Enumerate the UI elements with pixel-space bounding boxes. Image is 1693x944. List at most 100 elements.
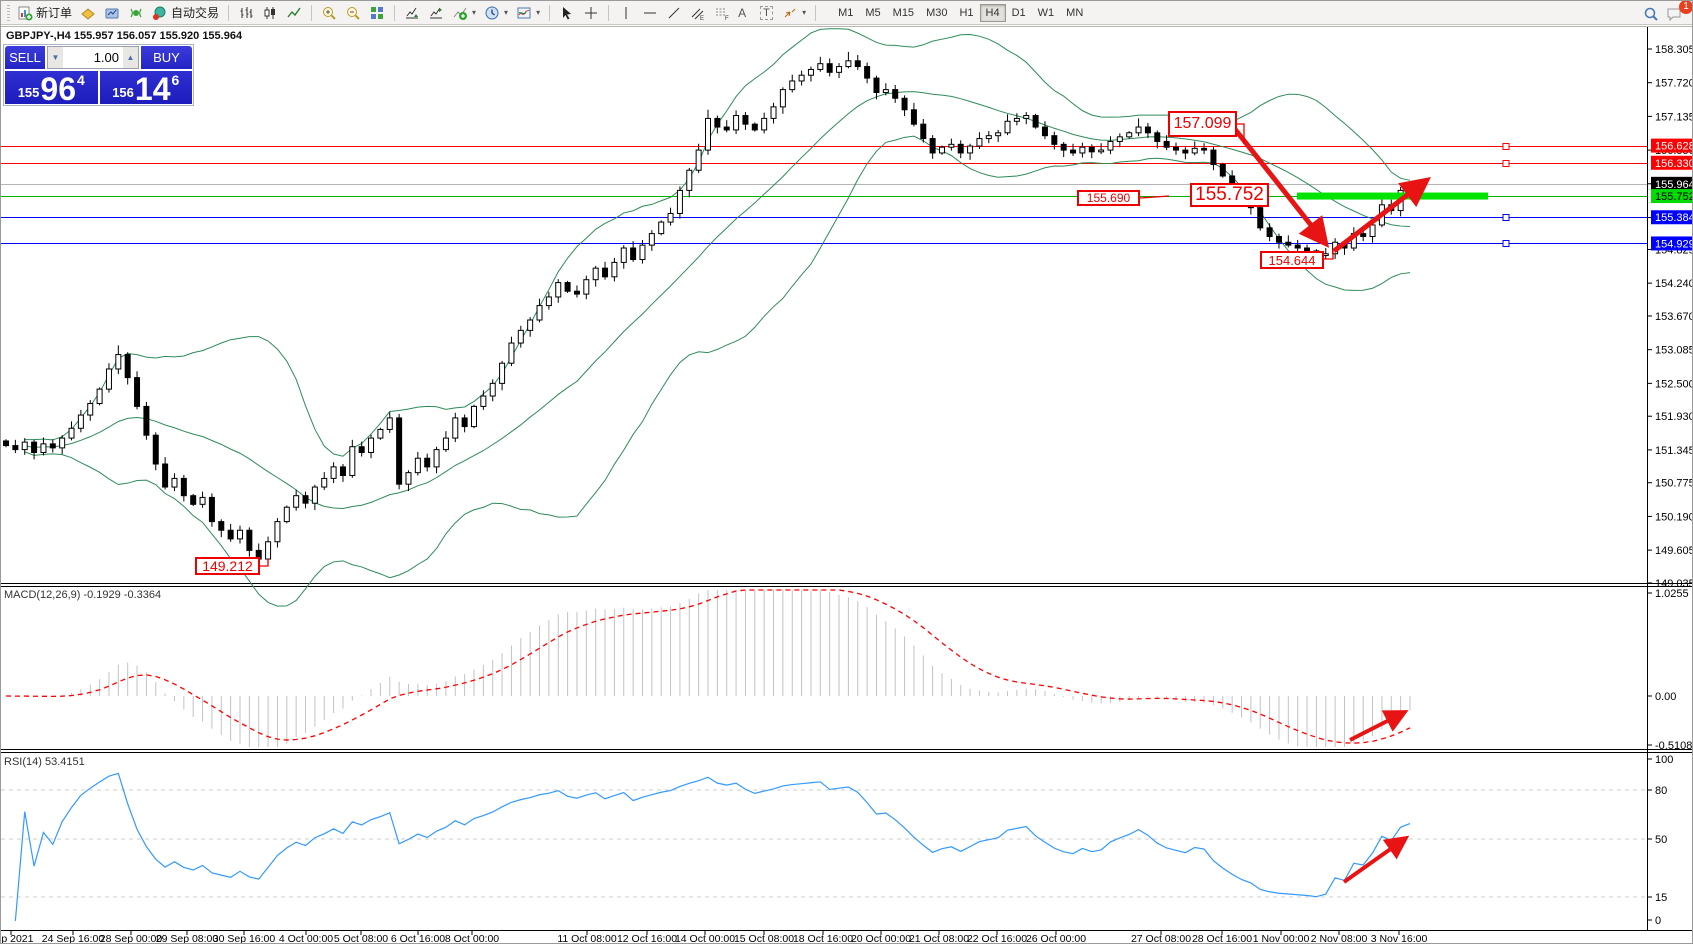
svg-text:80: 80 — [1655, 785, 1667, 797]
price-axis: 158.305157.720157.135156.550155.965155.3… — [1647, 44, 1693, 590]
toolbar-grip — [7, 4, 10, 21]
price-tick: 150.190 — [1655, 511, 1693, 523]
time-label: 29 Sep 08:00 — [156, 933, 219, 944]
volume-input[interactable]: 1.00 — [63, 47, 123, 68]
bar-chart-button[interactable] — [235, 3, 257, 23]
sell-price[interactable]: 155 96 4 — [5, 71, 98, 107]
chart-canvas: 158.305157.720157.135156.550155.965155.3… — [1, 26, 1693, 944]
market-watch-button[interactable] — [101, 3, 123, 23]
arrows-tool[interactable]: ▾ — [779, 3, 809, 23]
tile-windows-button[interactable] — [366, 3, 388, 23]
trendline-tool[interactable] — [663, 3, 685, 23]
toolbar-right: 1 — [1642, 1, 1692, 21]
trend-arrow — [1349, 710, 1409, 742]
new-order-button[interactable]: 新订单 — [14, 3, 75, 23]
auto-scroll-icon — [404, 5, 420, 21]
svg-text:1.0255: 1.0255 — [1655, 588, 1689, 600]
profiles-icon — [80, 5, 96, 21]
buy-price[interactable]: 156 14 6 — [99, 71, 192, 105]
price-tag: 156.628 — [1655, 141, 1693, 153]
chart-shift-button[interactable] — [425, 3, 447, 23]
volume-down-button[interactable]: ▼ — [48, 47, 63, 68]
notification-badge: 1 — [1679, 1, 1692, 14]
auto-trading-label: 自动交易 — [171, 6, 220, 20]
price-tick: 152.500 — [1655, 378, 1693, 390]
sell-button[interactable]: SELL — [5, 46, 45, 69]
price-tick: 157.720 — [1655, 78, 1693, 90]
timeframe-w1[interactable]: W1 — [1032, 4, 1061, 22]
bar-chart-icon — [238, 5, 254, 21]
fibonacci-tool[interactable]: F — [711, 3, 733, 23]
buy-button[interactable]: BUY — [141, 46, 192, 69]
vertical-line-icon — [618, 5, 634, 21]
time-label: 2 Nov 08:00 — [1311, 933, 1368, 944]
timeframe-m30[interactable]: M30 — [920, 4, 953, 22]
candlestick-chart-icon — [262, 5, 278, 21]
indicators-button[interactable]: ▾ — [449, 3, 479, 23]
time-label: 21 Oct 08:00 — [909, 933, 969, 944]
text-label-tool[interactable]: T — [757, 3, 777, 23]
notifications-icon[interactable]: 1 — [1666, 1, 1692, 21]
time-label: 8 Oct 00:00 — [445, 933, 499, 944]
zoom-out-button[interactable] — [342, 3, 364, 23]
indicators-icon — [452, 5, 468, 21]
trendline-icon — [666, 5, 682, 21]
time-label: 24 Sep 16:00 — [42, 933, 105, 944]
timeframe-m15[interactable]: M15 — [887, 4, 920, 22]
price-tick: 151.930 — [1655, 411, 1693, 423]
equidistant-channel-tool[interactable]: E — [687, 3, 709, 23]
price-tick: 153.085 — [1655, 345, 1693, 357]
price-tick: 158.305 — [1655, 44, 1693, 56]
auto-trading-button[interactable]: 自动交易 — [149, 3, 222, 23]
auto-trading-icon — [152, 5, 168, 21]
time-label: 28 Oct 16:00 — [1192, 933, 1252, 944]
sell-price-pips: 96 — [40, 71, 76, 107]
timeframe-h4[interactable]: H4 — [979, 3, 1006, 22]
volume-up-button[interactable]: ▲ — [123, 47, 138, 68]
new-order-icon — [17, 5, 33, 21]
bollinger-middle — [24, 91, 1411, 510]
price-annotation: 157.099 — [1168, 111, 1237, 137]
time-label: 30 Sep 16:00 — [213, 933, 276, 944]
macd-histogram — [14, 590, 1411, 747]
time-label: 27 Oct 08:00 — [1131, 933, 1191, 944]
price-annotation: 155.690 — [1077, 190, 1140, 206]
price-tag: 154.929 — [1655, 238, 1693, 250]
cursor-icon — [559, 5, 575, 21]
periods-button[interactable]: ▾ — [481, 3, 511, 23]
search-icon[interactable] — [1642, 5, 1658, 21]
line-chart-button[interactable] — [283, 3, 305, 23]
timeframe-h1[interactable]: H1 — [953, 4, 979, 22]
profiles-button[interactable] — [77, 3, 99, 23]
zoom-in-button[interactable] — [318, 3, 340, 23]
price-tag: 155.752 — [1655, 191, 1693, 203]
auto-scroll-button[interactable] — [401, 3, 423, 23]
symbol-ohlc-line: GBPJPY-,H4 155.957 156.057 155.920 155.9… — [6, 30, 243, 42]
text-label-icon: T — [760, 5, 773, 20]
signals-icon — [128, 5, 144, 21]
price-tag: 155.964 — [1655, 179, 1693, 191]
timeframe-mn[interactable]: MN — [1060, 4, 1089, 22]
rsi-line — [14, 772, 1411, 922]
price-tick: 153.670 — [1655, 311, 1693, 323]
time-label: 5 Oct 08:00 — [334, 933, 388, 944]
timeframe-m1[interactable]: M1 — [832, 4, 859, 22]
templates-button[interactable]: ▾ — [513, 3, 543, 23]
cursor-tool-button[interactable] — [556, 3, 578, 23]
price-annotation: 154.644 — [1260, 251, 1324, 269]
candlestick-chart-button[interactable] — [259, 3, 281, 23]
timeframe-toolbar: M1 M5 M15 M30 H1 H4 D1 W1 MN — [832, 3, 1089, 22]
time-label: 28 Sep 00:00 — [100, 933, 163, 944]
time-label: 22 Oct 16:00 — [967, 933, 1027, 944]
horizontal-line-tool[interactable] — [639, 3, 661, 23]
timeframe-d1[interactable]: D1 — [1006, 4, 1032, 22]
time-label: 4 Oct 00:00 — [279, 933, 333, 944]
crosshair-tool-button[interactable] — [580, 3, 602, 23]
time-label: 14 Oct 00:00 — [675, 933, 735, 944]
text-tool[interactable]: A — [735, 3, 755, 23]
timeframe-m5[interactable]: M5 — [859, 4, 886, 22]
time-label: 3 Nov 16:00 — [1371, 933, 1428, 944]
signals-button[interactable] — [125, 3, 147, 23]
vertical-line-tool[interactable] — [615, 3, 637, 23]
macd-indicator-label: MACD(12,26,9) -0.1929 -0.3364 — [4, 589, 162, 601]
